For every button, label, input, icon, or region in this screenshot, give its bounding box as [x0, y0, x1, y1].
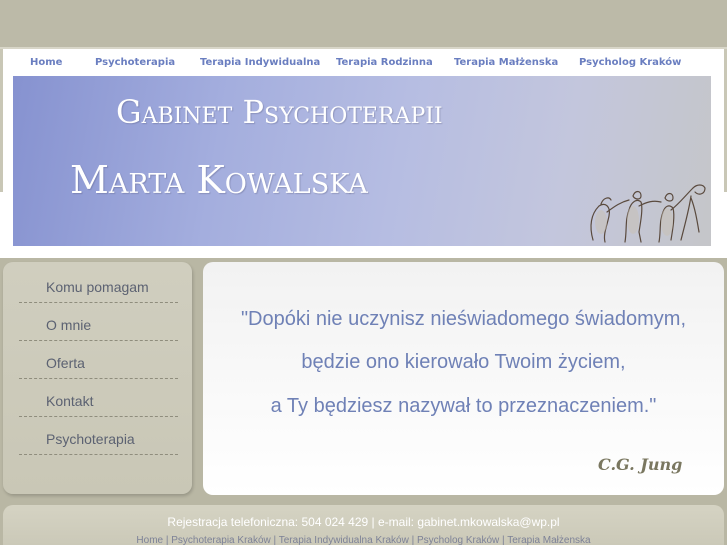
footer-links: Home | Psychoterapia Kraków | Terapia In… — [3, 535, 724, 545]
sidebar-item-label: Oferta — [46, 355, 85, 371]
sidebar-item-label: Psychoterapia — [46, 431, 135, 447]
footer-link-psychoterapia-krakow[interactable]: Psychoterapia Kraków — [171, 535, 271, 545]
footer-link-home[interactable]: Home — [136, 535, 163, 545]
quote-line-2: będzie ono kierowało Twoim życiem, — [301, 351, 626, 373]
header-banner: Gabinet Psychoterapii Marta Kowalska — [13, 76, 711, 246]
nav-psycholog-krakow[interactable]: Psycholog Kraków — [579, 57, 681, 68]
quote-author: C.G. Jung — [598, 455, 683, 474]
sidebar-menu: Komu pomagam O mnie Oferta Kontakt Psych… — [3, 262, 192, 494]
banner-name: Marta Kowalska — [70, 158, 368, 202]
footer-contact: Rejestracja telefoniczna: 504 024 429 | … — [167, 515, 560, 529]
nav-terapia-rodzinna[interactable]: Terapia Rodzinna — [336, 57, 433, 68]
figures-holding-hands-illustration — [590, 184, 706, 243]
sidebar-item-o-mnie[interactable]: O mnie — [19, 303, 178, 341]
sidebar-item-label: O mnie — [46, 317, 92, 333]
banner-title: Gabinet Psychoterapii — [116, 93, 443, 131]
sidebar-item-label: Komu pomagam — [46, 279, 149, 295]
sidebar-item-oferta[interactable]: Oferta — [19, 341, 178, 379]
footer-separator: | — [270, 535, 279, 545]
sidebar-item-label: Kontakt — [46, 393, 94, 409]
main-content: "Dopóki nie uczynisz nieświadomego świad… — [203, 262, 724, 495]
footer-link-terapia-indywidualna-krakow[interactable]: Terapia Indywidualna Kraków — [279, 535, 409, 545]
sidebar-item-psychoterapia[interactable]: Psychoterapia — [19, 417, 178, 455]
header: Home Psychoterapia Terapia Indywidualna … — [0, 49, 727, 258]
footer-link-terapia-malzenska[interactable]: Terapia Małżenska — [507, 535, 590, 545]
top-navigation: Home Psychoterapia Terapia Indywidualna … — [0, 49, 727, 75]
nav-terapia-malzenska[interactable]: Terapia Małżenska — [454, 57, 558, 68]
sidebar-item-komu-pomagam[interactable]: Komu pomagam — [19, 265, 178, 303]
nav-terapia-indywidualna[interactable]: Terapia Indywidualna — [200, 57, 320, 68]
footer-link-psycholog-krakow[interactable]: Psycholog Kraków — [417, 535, 499, 545]
footer-separator: | — [408, 535, 417, 545]
nav-home[interactable]: Home — [30, 57, 62, 68]
quote-line-3: a Ty będziesz nazywał to przeznaczeniem.… — [270, 395, 657, 417]
quote-line-1: "Dopóki nie uczynisz nieświadomego świad… — [240, 308, 687, 330]
top-band — [0, 0, 727, 48]
sidebar-item-kontakt[interactable]: Kontakt — [19, 379, 178, 417]
footer: Rejestracja telefoniczna: 504 024 429 | … — [3, 505, 724, 545]
nav-psychoterapia[interactable]: Psychoterapia — [95, 57, 175, 68]
